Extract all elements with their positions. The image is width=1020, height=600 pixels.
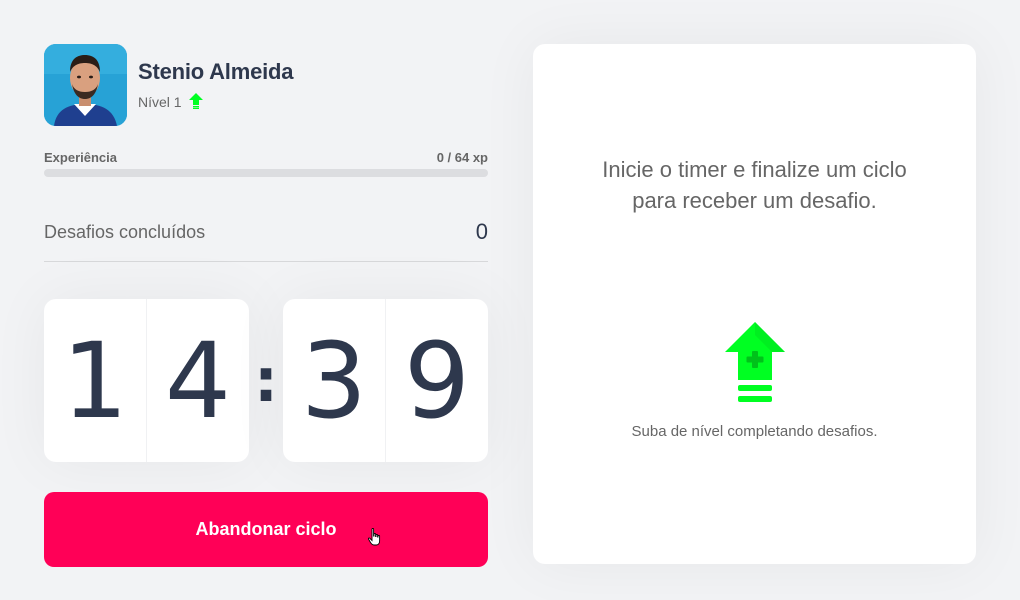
minute-ones-digit: 4 (146, 299, 249, 462)
challenge-card-message: Inicie o timer e finalize um ciclo para … (533, 154, 976, 216)
minute-tens-digit: 1 (61, 319, 129, 442)
profile: Stenio Almeida Nível 1 (44, 44, 488, 126)
challenge-card-hint: Suba de nível completando desafios. (631, 423, 878, 440)
challenges-label: Desafios concluídos (44, 221, 206, 242)
level-up-icon (724, 322, 785, 409)
countdown-timer: 1 4 : 3 9 (44, 299, 488, 462)
minutes-group: 1 4 (44, 299, 249, 462)
level-up-arrow-icon (188, 92, 203, 112)
level-label: Nível 1 (138, 94, 182, 110)
second-ones-digit: 9 (385, 299, 488, 462)
profile-info: Stenio Almeida Nível 1 (138, 58, 294, 112)
second-tens-digit: 3 (300, 319, 368, 442)
timer-separator: : (254, 345, 278, 416)
abandon-cycle-button[interactable]: Abandonar ciclo (44, 492, 488, 567)
challenges-count: 0 (475, 219, 488, 244)
experience-value: 0 / 64 xp (436, 150, 488, 165)
seconds-group: 3 9 (283, 299, 488, 462)
abandon-cycle-label: Abandonar ciclo (195, 519, 337, 539)
experience-bar (44, 169, 488, 177)
user-name: Stenio Almeida (138, 58, 294, 84)
left-panel: Stenio Almeida Nível 1 Experiência 0 / 6… (44, 44, 488, 567)
experience-label: Experiência (44, 150, 117, 165)
experience-section: Experiência 0 / 64 xp (44, 150, 488, 177)
challenge-card: Inicie o timer e finalize um ciclo para … (533, 44, 976, 564)
challenge-card-line2: para receber um desafio. (632, 188, 877, 213)
challenges-completed: Desafios concluídos 0 (44, 219, 488, 262)
level-row: Nível 1 (138, 92, 293, 112)
avatar (44, 44, 127, 126)
hand-pointer-icon (367, 528, 382, 551)
challenge-card-line1: Inicie o timer e finalize um ciclo (602, 157, 907, 182)
